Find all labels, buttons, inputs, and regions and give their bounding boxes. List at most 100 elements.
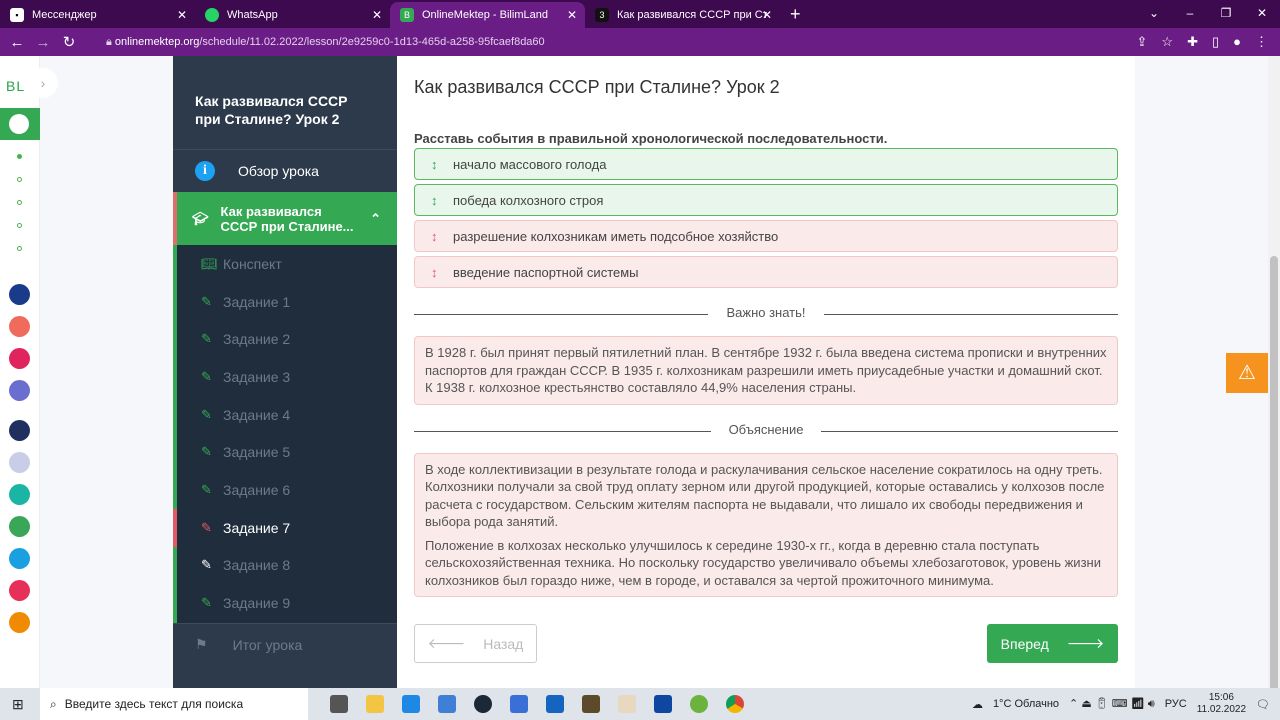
app-icon[interactable]: [9, 484, 30, 505]
minecraft-icon[interactable]: [582, 695, 600, 713]
task-view-icon[interactable]: [330, 695, 348, 713]
avatar[interactable]: ●: [1233, 34, 1241, 50]
extensions-icon[interactable]: ✚: [1187, 34, 1198, 50]
sidebar-item-overview[interactable]: i Обзор урока: [173, 150, 397, 192]
rail-dot[interactable]: [17, 200, 22, 205]
important-divider: Важно знать!: [414, 304, 1118, 324]
back-icon[interactable]: ←: [4, 34, 30, 51]
back-button[interactable]: 🡐 Назад: [414, 624, 537, 663]
sidebar-item-task[interactable]: ✎ Задание 4: [177, 396, 397, 434]
taskbar-search[interactable]: ⌕ Введите здесь текст для поиска: [40, 688, 308, 720]
tray-icons[interactable]: ⌃ ⏏ 🔋︎ ⌨ 📶︎ 🔊︎: [1069, 697, 1155, 711]
new-tab-button[interactable]: +: [790, 4, 801, 25]
sidebar-item-task[interactable]: ✎ Задание 6: [177, 471, 397, 509]
store-icon[interactable]: [654, 695, 672, 713]
sidebar-item-task[interactable]: ✎ Задание 8: [177, 547, 397, 585]
close-window-icon[interactable]: ✕: [1244, 0, 1280, 26]
question-text: Расставь события в правильной хронологич…: [414, 131, 888, 146]
chevron-up-icon[interactable]: ⌃: [370, 211, 381, 226]
app-icon[interactable]: [9, 548, 30, 569]
rail-dot[interactable]: [17, 246, 22, 251]
utorrent-icon[interactable]: [690, 695, 708, 713]
close-tab-icon[interactable]: ✕: [762, 8, 772, 22]
app-icon[interactable]: [438, 695, 456, 713]
rail-dot[interactable]: [17, 154, 22, 159]
app-icon[interactable]: [9, 452, 30, 473]
language-indicator[interactable]: РУС: [1165, 698, 1187, 710]
sidebar-item-task[interactable]: ✎ Задание 3: [177, 358, 397, 396]
forward-icon[interactable]: →: [30, 34, 56, 51]
app-icon[interactable]: [618, 695, 636, 713]
tab-title: Как развивался СССР при Стали: [617, 9, 767, 21]
graduation-cap-icon: 🎓︎: [192, 211, 209, 226]
close-tab-icon[interactable]: ✕: [567, 8, 577, 22]
app-icon[interactable]: [9, 380, 30, 401]
share-icon[interactable]: ⇪: [1137, 34, 1148, 50]
app-icon[interactable]: [9, 420, 30, 441]
app-icon[interactable]: [9, 580, 30, 601]
tab-search-icon[interactable]: ⌄: [1136, 0, 1172, 26]
menu-icon[interactable]: ⋮: [1255, 34, 1268, 50]
sidebar-item-task[interactable]: ✎ Задание 5: [177, 433, 397, 471]
explorer-icon[interactable]: [366, 695, 384, 713]
chrome-icon[interactable]: [726, 695, 744, 713]
answer-item[interactable]: ↕ введение паспортной системы: [414, 256, 1118, 288]
sidepanel-icon[interactable]: ▯: [1212, 34, 1219, 50]
sidebar-item-task[interactable]: ✎ Задание 9: [177, 584, 397, 622]
sidebar-item-task-active[interactable]: ✎ Задание 7: [173, 508, 397, 547]
url-field[interactable]: 🔒︎ onlinemektep.org/schedule/11.02.2022/…: [106, 36, 545, 49]
edit-icon: ✎: [201, 519, 212, 535]
steam-icon[interactable]: [474, 695, 492, 713]
rail-dot[interactable]: [17, 177, 22, 182]
app-icon[interactable]: [9, 348, 30, 369]
app-icon[interactable]: [510, 695, 528, 713]
windows-start-icon[interactable]: ⊞: [12, 696, 24, 713]
clock[interactable]: 15:06 11.02.2022: [1197, 692, 1246, 716]
sidebar-item-konspekt[interactable]: 📖︎ Конспект: [177, 245, 397, 283]
drag-handle-icon[interactable]: ↕: [431, 229, 453, 244]
answer-item[interactable]: ↕ победа колхозного строя: [414, 184, 1118, 216]
tab-title: OnlineMektep - BilimLand: [422, 9, 548, 21]
sidebar-section-current[interactable]: 🎓︎ Как развивался СССР при Сталине... ⌃: [173, 192, 397, 245]
minimize-icon[interactable]: –: [1172, 0, 1208, 26]
weather-text[interactable]: 1°C Облачно: [993, 698, 1059, 710]
drag-handle-icon[interactable]: ↕: [431, 157, 453, 172]
sidebar-item-summary[interactable]: ⚑ Итог урока: [173, 623, 397, 665]
lesson-title: Как развивался СССР при Сталине? Урок 2: [173, 56, 397, 150]
star-icon[interactable]: ☆: [1161, 34, 1173, 50]
expand-rail-icon[interactable]: ›: [28, 68, 58, 98]
bl-logo[interactable]: BL: [6, 78, 25, 94]
app-icon[interactable]: [9, 284, 30, 305]
date: 11.02.2022: [1196, 704, 1247, 715]
app-icon[interactable]: [9, 316, 30, 337]
close-tab-icon[interactable]: ✕: [177, 8, 187, 22]
notifications-icon[interactable]: 🗨︎: [1256, 698, 1270, 711]
app-icon[interactable]: [546, 695, 564, 713]
tab-whatsapp[interactable]: WhatsApp ✕: [195, 2, 390, 28]
sidebar-item-task[interactable]: ✎ Задание 2: [177, 320, 397, 358]
info-icon: i: [195, 161, 215, 181]
next-button[interactable]: Вперед 🡒: [987, 624, 1118, 663]
close-tab-icon[interactable]: ✕: [372, 8, 382, 22]
app-icon[interactable]: [9, 612, 30, 633]
drag-handle-icon[interactable]: ↕: [431, 265, 453, 280]
item-label: Задание 5: [223, 444, 291, 461]
rail-dot[interactable]: [17, 223, 22, 228]
app-icon[interactable]: [9, 516, 30, 537]
tab-onlinemektep[interactable]: B OnlineMektep - BilimLand ✕: [390, 2, 585, 28]
rail-item-onlinemektep[interactable]: [0, 108, 40, 140]
answer-item[interactable]: ↕ разрешение колхозникам иметь подсобное …: [414, 220, 1118, 252]
search-icon: ⌕: [50, 696, 57, 711]
sidebar-item-task[interactable]: ✎ Задание 1: [177, 283, 397, 321]
answer-item[interactable]: ↕ начало массового голода: [414, 148, 1118, 180]
edit-icon: ✎: [201, 293, 212, 309]
tab-messenger[interactable]: ▪ Мессенджер ✕: [0, 2, 195, 28]
drag-handle-icon[interactable]: ↕: [431, 193, 453, 208]
mail-icon[interactable]: [402, 695, 420, 713]
tab-lesson[interactable]: 3 Как развивался СССР при Стали✕: [585, 2, 780, 28]
report-warning-button[interactable]: ⚠: [1226, 353, 1268, 393]
reload-icon[interactable]: ↻: [56, 33, 82, 51]
restore-icon[interactable]: ❐: [1208, 0, 1244, 26]
important-box: В 1928 г. был принят первый пятилетний п…: [414, 336, 1118, 405]
scrollbar[interactable]: [1268, 56, 1280, 696]
